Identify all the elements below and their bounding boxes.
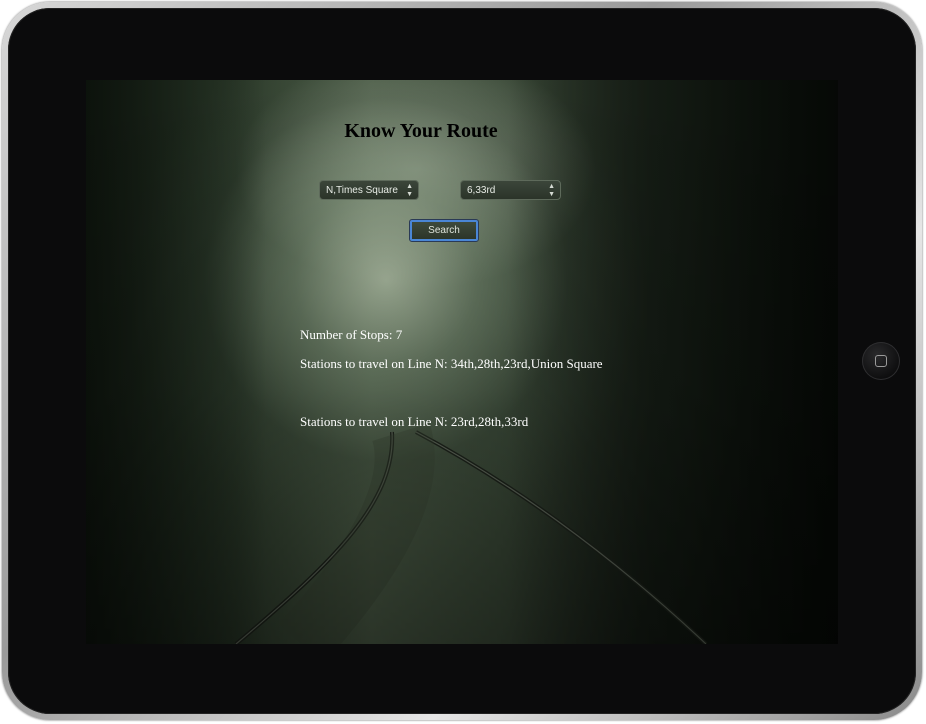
number-of-stops-text: Number of Stops: 7 [300,327,403,342]
search-button[interactable]: Search [409,219,479,242]
home-button[interactable] [862,342,900,380]
updown-chevron-icon: ▲ ▼ [548,183,555,198]
origin-station-select[interactable]: N,Times Square ▲ ▼ [319,180,419,200]
route-segment-text: Stations to travel on Line N: 23rd,28th,… [300,414,529,429]
page-title: Know Your Route [344,120,498,142]
updown-chevron-icon: ▲ ▼ [406,183,413,198]
route-segment-text: Stations to travel on Line N: 34th,28th,… [300,356,603,371]
app-screen: Know Your Route N,Times Square ▲ ▼ 6,33rd… [86,80,838,644]
home-button-icon [875,355,887,367]
destination-station-value: 6,33rd [467,185,496,196]
origin-station-value: N,Times Square [326,185,398,196]
destination-station-select[interactable]: 6,33rd ▲ ▼ [460,180,561,200]
